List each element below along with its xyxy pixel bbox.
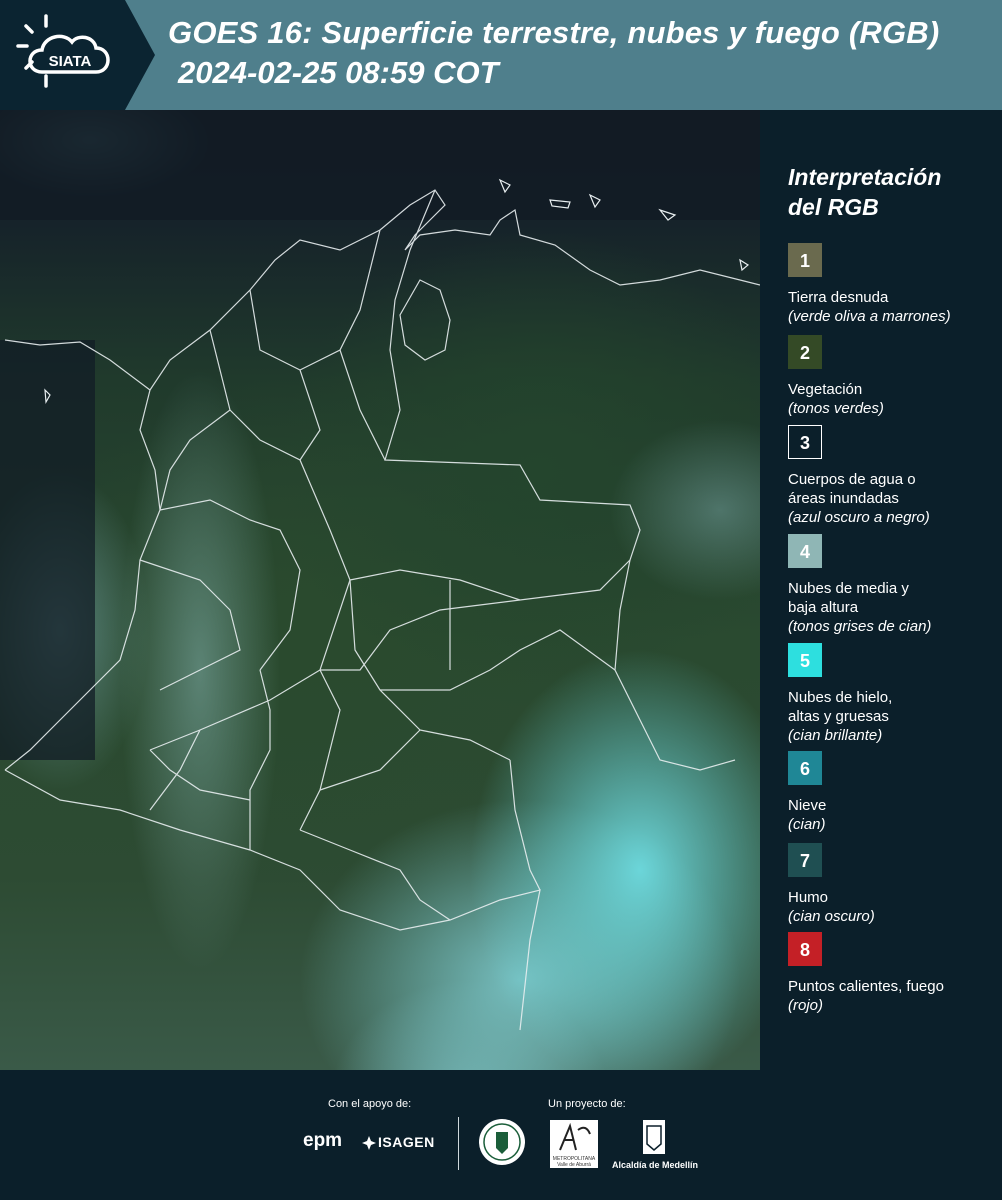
- footer-divider: [458, 1117, 459, 1170]
- legend-swatch: 5: [788, 643, 822, 677]
- department-borders: [4, 178, 760, 1031]
- legend-item-snow: 6 Nieve (cian): [788, 751, 988, 834]
- maracaibo-lake: [399, 279, 451, 361]
- southern-border: [4, 769, 541, 1031]
- legend-item-vegetation: 2 Vegetación (tonos verdes): [788, 335, 988, 418]
- legend-label: Tierra desnuda: [788, 289, 889, 306]
- island: [549, 199, 571, 209]
- island: [658, 208, 677, 221]
- legend-desc: (cian oscuro): [788, 908, 875, 925]
- legend-item-smoke: 7 Humo (cian oscuro): [788, 843, 988, 926]
- legend-swatch: 2: [788, 335, 822, 369]
- legend-swatch: 3: [788, 425, 822, 459]
- legend-desc: (azul oscuro a negro): [788, 509, 930, 526]
- legend-desc: (tonos verdes): [788, 400, 884, 417]
- project-label: Un proyecto de:: [548, 1098, 626, 1110]
- logo-text: SIATA: [49, 53, 92, 70]
- legend-swatch: 1: [788, 243, 822, 277]
- legend-title: Interpretación del RGB: [788, 162, 941, 222]
- legend-item-mid-low-clouds: 4 Nubes de media y baja altura (tonos gr…: [788, 534, 988, 636]
- legend-label: Humo: [788, 889, 829, 906]
- isagen-logo: ISAGEN: [378, 1134, 435, 1150]
- footer: Con el apoyo de: Un proyecto de: epm ISA…: [0, 1070, 1002, 1200]
- amva-icon: [559, 1122, 591, 1151]
- legend-swatch: 7: [788, 843, 822, 877]
- logo-block: SIATA: [0, 0, 125, 110]
- page-title: GOES 16: Superficie terrestre, nubes y f…: [168, 15, 940, 50]
- caribbean-coastline: [4, 189, 760, 391]
- legend-desc: (verde oliva a marrones): [788, 308, 951, 325]
- river-border: [509, 759, 541, 891]
- legend-desc: (tonos grises de cian): [788, 618, 932, 635]
- legend-swatch: 6: [788, 751, 822, 785]
- legend-label: Nubes de media y baja altura: [788, 580, 909, 616]
- legend-title-line1: Interpretación: [788, 164, 942, 190]
- island: [44, 388, 51, 404]
- national-border: [384, 189, 736, 771]
- satellite-map: [0, 110, 760, 1070]
- epm-logo: epm: [303, 1130, 343, 1151]
- legend-swatch: 8: [788, 932, 822, 966]
- legend-label: Nieve: [788, 797, 827, 814]
- logo-chevron: [125, 0, 155, 110]
- island: [498, 178, 511, 194]
- legend-desc: (cian brillante): [788, 727, 883, 744]
- university-seal-icon: [479, 1119, 525, 1165]
- island: [739, 258, 750, 272]
- island: [588, 193, 601, 209]
- legend-item-water: 3 Cuerpos de agua o áreas inundadas (azu…: [788, 425, 988, 527]
- medellin-shield-icon: [643, 1120, 665, 1154]
- legend-label: Puntos calientes, fuego: [788, 978, 944, 995]
- legend-desc: (rojo): [788, 997, 824, 1014]
- legend-item-fire: 8 Puntos calientes, fuego (rojo): [788, 932, 988, 1015]
- medellin-text: Alcaldía de Medellín: [612, 1160, 699, 1170]
- legend-label: Cuerpos de agua o áreas inundadas: [788, 471, 916, 507]
- legend-label: Vegetación: [788, 381, 863, 398]
- page-subtitle-datetime: 2024-02-25 08:59 COT: [178, 55, 499, 90]
- header-bar: SIATA GOES 16: Superficie terrestre, nub…: [0, 0, 1002, 110]
- isagen-icon: [362, 1136, 376, 1150]
- legend-item-ice-clouds: 5 Nubes de hielo, altas y gruesas (cian …: [788, 643, 988, 745]
- siata-logo-icon: SIATA: [16, 14, 110, 88]
- pacific-coastline: [4, 389, 161, 771]
- legend-title-line2: del RGB: [788, 194, 879, 220]
- legend-label: Nubes de hielo, altas y gruesas: [788, 689, 893, 725]
- legend-swatch: 4: [788, 534, 822, 568]
- amva-text: METROPOLITANA Valle de Aburrá: [552, 1156, 596, 1168]
- support-label: Con el apoyo de:: [328, 1098, 412, 1110]
- legend-desc: (cian): [788, 816, 826, 833]
- legend-item-bare-soil: 1 Tierra desnuda (verde oliva a marrones…: [788, 243, 988, 326]
